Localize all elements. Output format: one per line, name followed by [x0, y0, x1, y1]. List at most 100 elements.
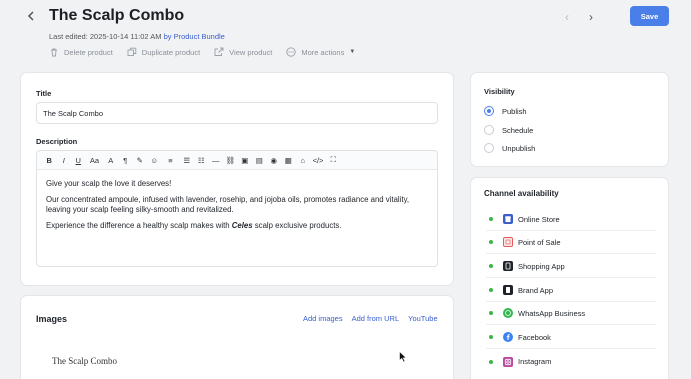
status-dot [489, 217, 493, 221]
status-dot [489, 240, 493, 244]
pos-icon [503, 237, 513, 247]
save-button[interactable]: Save [630, 6, 669, 26]
text-color-button[interactable]: A [104, 153, 119, 167]
brand-name: Celes [231, 221, 253, 230]
publish-radio[interactable] [484, 106, 494, 116]
table-button[interactable]: ▦ [281, 153, 296, 167]
description-editor: B I U Aa A ¶ ✎ ☺ ≡ ☰ ☷ — ⛓ ▣ ▤ ◉ ▦ ⌂ </>… [36, 150, 438, 267]
image-links: Add images Add from URL YouTube [303, 314, 438, 323]
store-icon [503, 214, 513, 224]
status-dot [489, 264, 493, 268]
youtube-link[interactable]: YouTube [408, 314, 437, 323]
channel-label: Online Store [518, 214, 560, 224]
align-button[interactable]: ≡ [162, 153, 180, 167]
chevron-left-icon [27, 11, 34, 21]
view-product-label: View product [229, 47, 273, 57]
fullscreen-button[interactable]: ⛶ [326, 153, 341, 167]
view-product-button[interactable]: View product [214, 47, 272, 57]
status-dot [489, 359, 493, 364]
channel-label: Instagram [518, 357, 552, 366]
editor-toolbar: B I U Aa A ¶ ✎ ☺ ≡ ☰ ☷ — ⛓ ▣ ▤ ◉ ▦ ⌂ </>… [37, 151, 437, 170]
trash-icon [51, 48, 57, 57]
description-content[interactable]: Give your scalp the love it deserves! Ou… [37, 170, 437, 231]
italic-button[interactable]: I [57, 153, 72, 167]
bullet-list-button[interactable]: ☷ [194, 153, 209, 167]
more-icon [286, 47, 297, 57]
description-p3-after: scalp exclusive products. [252, 221, 342, 230]
product-nav: ‹ › [565, 10, 593, 24]
delete-product-button[interactable]: Delete product [49, 47, 113, 57]
description-paragraph-1: Give your scalp the love it deserves! [46, 179, 172, 188]
images-card [21, 296, 453, 379]
channel-facebook[interactable]: Facebook [486, 326, 656, 349]
emoji-button[interactable]: ☺ [147, 153, 162, 167]
description-paragraph-2: Our concentrated ampoule, infused with l… [46, 195, 410, 214]
channel-title: Channel availability [484, 189, 559, 198]
last-edited-label: Last edited: [49, 32, 88, 41]
underline-button[interactable]: U [71, 153, 86, 167]
facebook-icon [503, 332, 513, 342]
add-images-link[interactable]: Add images [303, 314, 343, 323]
paragraph-button[interactable]: ¶ [118, 153, 133, 167]
external-link-icon [214, 47, 224, 56]
status-dot [489, 335, 493, 339]
status-dot [489, 288, 493, 292]
publish-label: Publish [502, 106, 527, 116]
video-button[interactable]: ▤ [252, 153, 267, 167]
channel-point-of-sale[interactable]: Point of Sale [486, 231, 656, 254]
product-actions: Delete product Duplicate product View pr… [49, 47, 355, 57]
more-actions-button[interactable]: More actions ▼ [286, 47, 355, 57]
image-button[interactable]: ▣ [238, 153, 253, 167]
status-dot [489, 311, 493, 315]
whatsapp-icon [503, 308, 513, 318]
page-header: The Scalp Combo Last edited: 2025-10-14 … [0, 0, 691, 72]
visibility-title: Visibility [484, 87, 515, 96]
copy-icon [127, 47, 137, 56]
brand-app-icon [503, 285, 513, 295]
last-edited-by-link[interactable]: by Product Bundle [164, 32, 225, 41]
duplicate-product-button[interactable]: Duplicate product [127, 47, 200, 57]
insert-button[interactable]: ⌂ [296, 153, 311, 167]
next-product-button[interactable]: › [589, 10, 593, 24]
visibility-schedule-option[interactable]: Schedule [484, 125, 533, 135]
ordered-list-button[interactable]: ☰ [180, 153, 195, 167]
channel-shopping-app[interactable]: Shopping App [486, 255, 656, 278]
channel-instagram[interactable]: Instagram [486, 350, 656, 373]
visibility-unpublish-option[interactable]: Unpublish [484, 143, 535, 153]
last-edited: Last edited: 2025-10-14 11:02 AM by Prod… [49, 32, 225, 41]
channel-label: Point of Sale [518, 237, 561, 247]
prev-product-button[interactable]: ‹ [565, 10, 569, 24]
images-title: Images [36, 314, 68, 324]
duplicate-product-label: Duplicate product [141, 47, 201, 57]
schedule-label: Schedule [502, 125, 534, 135]
mouse-cursor-icon [399, 351, 407, 363]
channel-whatsapp-business[interactable]: WhatsApp Business [486, 302, 656, 325]
media-button[interactable]: ◉ [267, 153, 282, 167]
back-button[interactable] [24, 8, 38, 24]
highlight-button[interactable]: ✎ [133, 153, 148, 167]
add-from-url-link[interactable]: Add from URL [352, 314, 400, 323]
shopping-app-icon [503, 261, 513, 271]
channel-brand-app[interactable]: Brand App [486, 279, 656, 302]
bold-button[interactable]: B [42, 153, 57, 167]
delete-product-label: Delete product [64, 47, 113, 57]
description-p3-before: Experience the difference a healthy scal… [46, 221, 232, 230]
image-thumbnail[interactable]: The Scalp Combo [52, 356, 117, 366]
title-input[interactable]: The Scalp Combo [36, 102, 438, 124]
link-button[interactable]: ⛓ [223, 153, 238, 167]
visibility-publish-option[interactable]: Publish [484, 106, 527, 116]
channel-label: Facebook [518, 332, 551, 342]
schedule-radio[interactable] [484, 125, 494, 135]
page-title: The Scalp Combo [49, 7, 185, 24]
description-paragraph-3: Experience the difference a healthy scal… [46, 221, 428, 231]
horizontal-rule-button[interactable]: — [209, 153, 224, 167]
channel-online-store[interactable]: Online Store [486, 208, 656, 231]
font-size-button[interactable]: Aa [86, 153, 104, 167]
unpublish-label: Unpublish [502, 143, 536, 153]
title-label: Title [36, 89, 52, 98]
code-view-button[interactable]: </> [310, 153, 326, 167]
last-edited-date: 2025-10-14 11:02 AM [89, 32, 162, 41]
channel-label: Shopping App [518, 261, 565, 271]
unpublish-radio[interactable] [484, 143, 494, 153]
instagram-icon [503, 356, 513, 367]
